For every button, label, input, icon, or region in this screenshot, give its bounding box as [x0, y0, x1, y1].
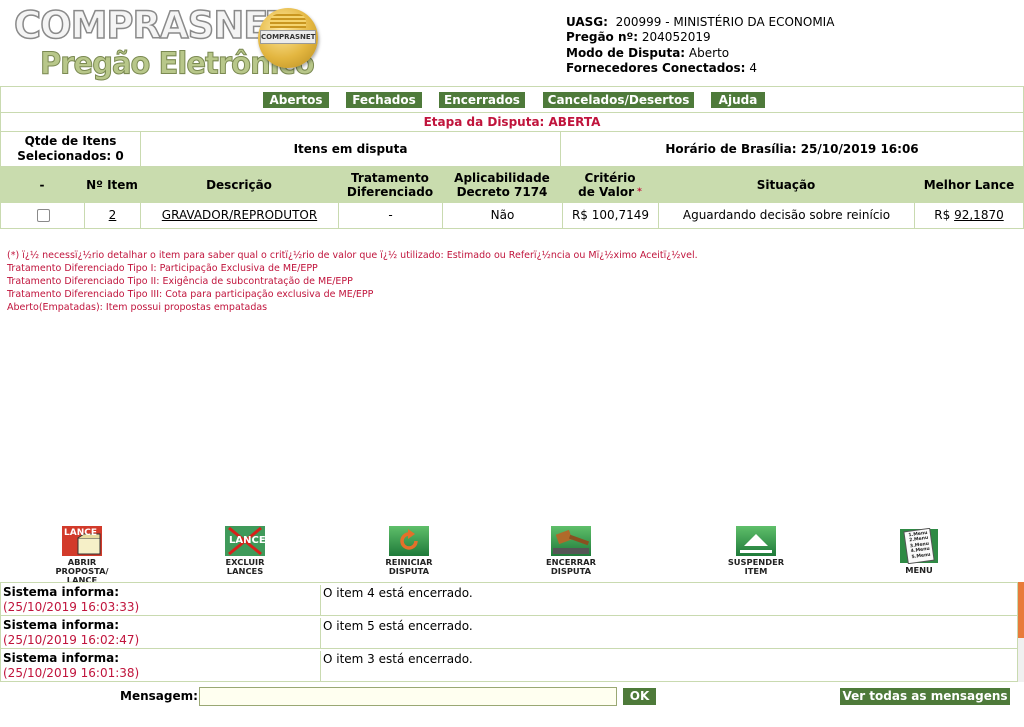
- menu-button[interactable]: 1.Menu 2.Menu 3.Menu 4.Menu 5.Menu MENU: [869, 526, 969, 575]
- note-tipo-3: Tratamento Diferenciado Tipo III: Cota p…: [7, 289, 374, 300]
- note-empatadas: Aberto(Empatadas): Item possui propostas…: [7, 302, 268, 313]
- lance-icon-text: LANCE: [64, 528, 97, 538]
- suspend-icon: [736, 526, 776, 556]
- message-timestamp: (25/10/2019 16:02:47): [3, 633, 140, 647]
- excluir-lance-icon: LANCE: [225, 526, 266, 556]
- seal-band: COMPRASNET: [260, 30, 316, 44]
- comprasnet-logo: COMPRASNET Pregão Eletrônico: [12, 3, 315, 84]
- seal-stripes: [270, 14, 306, 28]
- table-row: 2 GRAVADOR/REPRODUTOR - Não R$ 100,7149 …: [0, 203, 1024, 229]
- logo-title: COMPRASNET: [13, 3, 293, 48]
- message-sender: Sistema informa:: [3, 651, 119, 665]
- col-descricao: Descrição: [206, 178, 272, 192]
- col-melhor-lance: Melhor Lance: [923, 178, 1015, 192]
- mensagem-input[interactable]: [199, 687, 617, 706]
- summary-row: Qtde de Itens Selecionados: 0 Itens em d…: [0, 132, 1024, 167]
- col-tratamento: Tratamento Diferenciado: [346, 171, 434, 199]
- info-uasg: UASG: 200999 - MINISTÉRIO DA ECONOMIA: [566, 15, 835, 29]
- message-timestamp: (25/10/2019 16:01:38): [3, 666, 140, 680]
- mensagem-label: Mensagem:: [120, 689, 198, 703]
- itens-em-disputa: Itens em disputa: [141, 132, 561, 166]
- melhor-lance-link[interactable]: 92,1870: [954, 208, 1004, 222]
- message-footer: Mensagem: OK Ver todas as mensagens: [0, 686, 1024, 708]
- abrir-proposta-lance-button[interactable]: LANCE ABRIR PROPOSTA/ LANCE: [32, 526, 132, 585]
- nav-encerrados-button[interactable]: Encerrados: [439, 92, 525, 108]
- menu-icon: 1.Menu 2.Menu 3.Menu 4.Menu 5.Menu: [899, 528, 939, 564]
- asterisk-icon: *: [634, 187, 642, 197]
- message-item: Sistema informa: (25/10/2019 16:03:33) O…: [1, 583, 1019, 616]
- message-text: O item 4 está encerrado.: [323, 586, 473, 600]
- encerrar-disputa-button[interactable]: ENCERRAR DISPUTA: [521, 526, 621, 576]
- nav-ajuda-button[interactable]: Ajuda: [711, 92, 765, 108]
- cell-criterio: R$ 100,7149: [563, 203, 659, 228]
- pregao-info: UASG: 200999 - MINISTÉRIO DA ECONOMIA Pr…: [566, 15, 834, 76]
- legend-notes: (*) ï¿½ necessï¿½rio detalhar o item par…: [7, 249, 698, 314]
- suspender-item-button[interactable]: SUSPENDER ITEM: [706, 526, 806, 576]
- cell-aplicabilidade: Não: [443, 203, 563, 228]
- reload-icon: [389, 526, 429, 556]
- etapa-disputa: Etapa da Disputa: ABERTA: [0, 112, 1024, 132]
- info-modo-disputa: Modo de Disputa: Aberto: [566, 45, 730, 60]
- note-criterio: (*) ï¿½ necessï¿½rio detalhar o item par…: [7, 250, 698, 261]
- col-num-item: Nº Item: [86, 178, 138, 192]
- cell-tratamento: -: [339, 203, 443, 228]
- info-pregao: Pregão nº: 204052019: [566, 30, 711, 45]
- cell-melhor-lance: R$ 92,1870: [934, 208, 1004, 222]
- message-sender: Sistema informa:: [3, 618, 119, 632]
- item-checkbox[interactable]: [37, 209, 50, 222]
- message-item: Sistema informa: (25/10/2019 16:01:38) O…: [1, 649, 1019, 682]
- table-header: - Nº Item Descrição Tratamento Diferenci…: [0, 167, 1024, 203]
- col-aplicabilidade: Aplicabilidade Decreto 7174: [454, 171, 550, 199]
- col-situacao: Situação: [756, 178, 816, 192]
- note-tipo-1: Tratamento Diferenciado Tipo I: Particip…: [7, 263, 318, 274]
- gavel-icon: [551, 526, 591, 556]
- message-text: O item 5 está encerrado.: [323, 619, 473, 633]
- col-criterio: Critério de Valor *: [578, 171, 642, 199]
- messages-panel: Sistema informa: (25/10/2019 16:03:33) O…: [0, 582, 1019, 682]
- message-text: O item 3 está encerrado.: [323, 652, 473, 666]
- cell-num-item: 2: [85, 203, 141, 228]
- col-select: -: [39, 178, 45, 192]
- cell-descricao: GRAVADOR/REPRODUTOR: [141, 203, 339, 228]
- message-item: Sistema informa: (25/10/2019 16:02:47) O…: [1, 616, 1019, 649]
- ok-button[interactable]: OK: [623, 688, 656, 705]
- nav-cancelados-button[interactable]: Cancelados/Desertos: [543, 92, 694, 108]
- info-fornecedores: Fornecedores Conectados: 4: [566, 60, 757, 75]
- messages-scrollbar[interactable]: [1018, 582, 1024, 682]
- item-description-link[interactable]: GRAVADOR/REPRODUTOR: [162, 208, 317, 222]
- nav-abertos-button[interactable]: Abertos: [263, 92, 329, 108]
- message-timestamp: (25/10/2019 16:03:33): [3, 600, 140, 614]
- ver-todas-mensagens-button[interactable]: Ver todas as mensagens: [840, 688, 1010, 705]
- scrollbar-thumb[interactable]: [1018, 582, 1024, 638]
- cell-situacao: Aguardando decisão sobre reinício: [659, 203, 915, 228]
- lance-icon: LANCE: [62, 526, 102, 556]
- page-header: COMPRASNET Pregão Eletrônico COMPRASNET …: [0, 0, 1024, 86]
- note-tipo-2: Tratamento Diferenciado Tipo II: Exigênc…: [7, 276, 353, 287]
- cell-select: [1, 203, 85, 228]
- excluir-lances-button[interactable]: LANCE EXCLUIR LANCES: [195, 526, 295, 576]
- comprasnet-seal-icon: COMPRASNET: [258, 8, 318, 68]
- message-sender: Sistema informa:: [3, 585, 119, 599]
- nav-fechados-button[interactable]: Fechados: [346, 92, 422, 108]
- item-number-link[interactable]: 2: [109, 208, 117, 222]
- reiniciar-disputa-button[interactable]: REINICIAR DISPUTA: [359, 526, 459, 576]
- qtde-itens-selecionados: Qtde de Itens Selecionados: 0: [1, 132, 141, 166]
- horario-brasilia: Horário de Brasília: 25/10/2019 16:06: [665, 142, 919, 156]
- excluir-lance-icon-text: LANCE: [229, 535, 266, 546]
- status-nav: Abertos Fechados Encerrados Cancelados/D…: [0, 86, 1024, 112]
